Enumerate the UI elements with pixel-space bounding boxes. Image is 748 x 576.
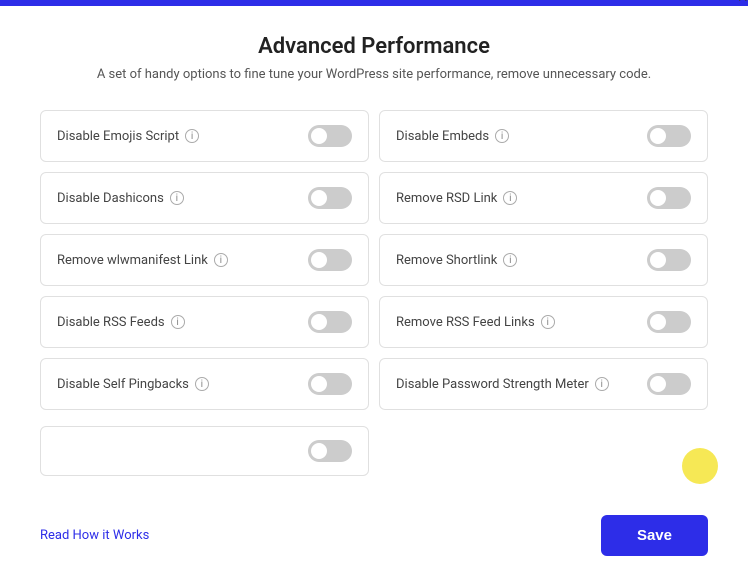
slider-disable-embeds — [647, 125, 691, 147]
slider-remove-shortlink — [647, 249, 691, 271]
modal-subtitle: A set of handy options to fine tune your… — [40, 67, 708, 82]
setting-label-text: Remove wlwmanifest Link — [57, 253, 208, 268]
toggle-remove-shortlink[interactable] — [647, 249, 691, 271]
toggle-remove-wlwmanifest[interactable] — [308, 249, 352, 271]
setting-label: Disable Self Pingbacks i — [57, 377, 209, 392]
setting-label-text: Disable RSS Feeds — [57, 315, 165, 330]
setting-label-text: Disable Self Pingbacks — [57, 377, 189, 392]
setting-label-text: Remove RSD Link — [396, 191, 497, 206]
info-icon-disable-rss-feeds[interactable]: i — [171, 315, 185, 329]
info-icon-remove-rsd-link[interactable]: i — [503, 191, 517, 205]
setting-item-remove-wlwmanifest: Remove wlwmanifest Link i — [40, 234, 369, 286]
info-icon-disable-password-strength[interactable]: i — [595, 377, 609, 391]
setting-item-remove-rsd-link: Remove RSD Link i — [379, 172, 708, 224]
setting-label: Disable Password Strength Meter i — [396, 377, 609, 392]
slider-disable-password-strength — [647, 373, 691, 395]
setting-item-disable-rss-feeds: Disable RSS Feeds i — [40, 296, 369, 348]
toggle-partial[interactable] — [308, 440, 352, 462]
setting-label: Remove RSD Link i — [396, 191, 517, 206]
setting-label-text: Remove Shortlink — [396, 253, 497, 268]
slider-remove-rss-feed-links — [647, 311, 691, 333]
setting-label: Disable RSS Feeds i — [57, 315, 185, 330]
setting-label-text: Disable Emojis Script — [57, 129, 179, 144]
settings-grid-partial — [40, 426, 708, 476]
setting-label-text: Remove RSS Feed Links — [396, 315, 535, 330]
modal-container: × Advanced Performance A set of handy op… — [0, 6, 748, 476]
slider-remove-rsd-link — [647, 187, 691, 209]
setting-label: Remove Shortlink i — [396, 253, 517, 268]
setting-item-disable-emojis: Disable Emojis Script i — [40, 110, 369, 162]
toggle-disable-rss-feeds[interactable] — [308, 311, 352, 333]
modal-title: Advanced Performance — [40, 34, 708, 59]
setting-label: Remove RSS Feed Links i — [396, 315, 555, 330]
close-button[interactable]: × — [737, 0, 748, 6]
setting-item-disable-embeds: Disable Embeds i — [379, 110, 708, 162]
setting-label-text: Disable Embeds — [396, 129, 489, 144]
slider-disable-self-pingbacks — [308, 373, 352, 395]
setting-label-text: Disable Dashicons — [57, 191, 164, 206]
slider-disable-emojis — [308, 125, 352, 147]
setting-item-remove-shortlink: Remove Shortlink i — [379, 234, 708, 286]
info-icon-remove-wlwmanifest[interactable]: i — [214, 253, 228, 267]
toggle-remove-rss-feed-links[interactable] — [647, 311, 691, 333]
toggle-disable-self-pingbacks[interactable] — [308, 373, 352, 395]
slider-disable-rss-feeds — [308, 311, 352, 333]
slider-remove-wlwmanifest — [308, 249, 352, 271]
info-icon-disable-self-pingbacks[interactable]: i — [195, 377, 209, 391]
setting-label: Disable Dashicons i — [57, 191, 184, 206]
info-icon-disable-dashicons[interactable]: i — [170, 191, 184, 205]
toggle-disable-embeds[interactable] — [647, 125, 691, 147]
setting-item-remove-rss-feed-links: Remove RSS Feed Links i — [379, 296, 708, 348]
toggle-disable-dashicons[interactable] — [308, 187, 352, 209]
toggle-disable-emojis[interactable] — [308, 125, 352, 147]
setting-item-partial-left — [40, 426, 369, 476]
settings-grid: Disable Emojis Script i Disable Embeds i… — [40, 110, 708, 410]
slider-disable-dashicons — [308, 187, 352, 209]
read-how-it-works-link[interactable]: Read How it Works — [40, 528, 149, 543]
save-button[interactable]: Save — [601, 515, 708, 556]
toggle-disable-password-strength[interactable] — [647, 373, 691, 395]
setting-label: Remove wlwmanifest Link i — [57, 253, 228, 268]
cursor-indicator — [682, 448, 718, 484]
info-icon-disable-emojis[interactable]: i — [185, 129, 199, 143]
info-icon-remove-shortlink[interactable]: i — [503, 253, 517, 267]
slider-partial — [308, 440, 352, 462]
toggle-remove-rsd-link[interactable] — [647, 187, 691, 209]
setting-label: Disable Emojis Script i — [57, 129, 199, 144]
setting-item-disable-password-strength: Disable Password Strength Meter i — [379, 358, 708, 410]
footer: Read How it Works Save — [0, 499, 748, 576]
setting-label-text: Disable Password Strength Meter — [396, 377, 589, 392]
info-icon-remove-rss-feed-links[interactable]: i — [541, 315, 555, 329]
setting-item-disable-self-pingbacks: Disable Self Pingbacks i — [40, 358, 369, 410]
setting-label: Disable Embeds i — [396, 129, 509, 144]
setting-item-disable-dashicons: Disable Dashicons i — [40, 172, 369, 224]
info-icon-disable-embeds[interactable]: i — [495, 129, 509, 143]
